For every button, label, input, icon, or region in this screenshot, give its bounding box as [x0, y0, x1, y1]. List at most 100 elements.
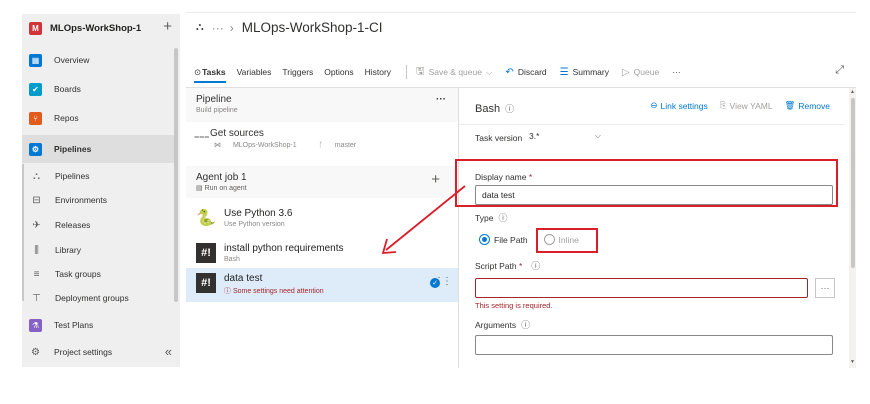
nav-project-settings[interactable]: ⚙ Project settings [22, 338, 174, 366]
link-settings-button[interactable]: ⊖ Link settings [650, 100, 707, 111]
new-project-plus-icon[interactable]: + [163, 19, 172, 34]
nav-test-plans[interactable]: ⚗ Test Plans [22, 311, 174, 339]
task-details-pane: Bash ⓘ ⊖ Link settings ⎘ View YAML 🗑 Remove … [459, 88, 856, 368]
breadcrumb-more-icon[interactable]: ··· [212, 21, 224, 35]
discard-label: Discard [517, 67, 547, 77]
browse-button[interactable]: ··· [815, 278, 835, 298]
tab-history[interactable]: History [365, 67, 391, 77]
toolbar-separator [406, 65, 408, 79]
task-item-use-python[interactable]: 🐍 Use Python 3.6 Use Python version [186, 203, 458, 237]
collapse-sidebar-icon[interactable]: « [165, 344, 172, 359]
save-queue-button[interactable]: 🖫 Save & queue ⌵ [416, 64, 492, 81]
undo-icon: ↶ [505, 66, 514, 78]
task-item-install-requirements[interactable]: #! install python requirements Bash [186, 238, 458, 272]
remove-button[interactable]: 🗑 Remove [785, 100, 830, 111]
script-path-input[interactable] [475, 278, 808, 298]
repo-name: MLOps-WorkShop-1 [232, 142, 297, 149]
trash-icon: 🗑 [784, 100, 796, 110]
nav-label: Releases [55, 220, 91, 230]
nav-overview[interactable]: ▦ Overview [22, 46, 174, 74]
view-yaml-label: View YAML [729, 100, 773, 111]
library-icon: ⫼ [34, 244, 39, 256]
overview-icon: ▦ [29, 53, 42, 67]
repo-icon: ⋈ [214, 142, 223, 149]
editor-toolbar: ⊙Tasks Variables Triggers Options Histor… [194, 62, 854, 83]
sidebar: M MLOps-WorkShop-1 + ▦ Overview ✔ Boards… [22, 14, 180, 367]
boards-icon: ✔ [29, 82, 42, 96]
pipelines-icon: ⚙ [29, 142, 42, 156]
radio-file-path[interactable] [479, 234, 490, 245]
nav-label: Library [55, 245, 81, 255]
info-icon[interactable]: ⓘ [521, 320, 530, 330]
nav-boards[interactable]: ✔ Boards [22, 75, 174, 103]
info-icon[interactable]: ⓘ [498, 213, 507, 223]
nav-label: Repos [54, 113, 79, 123]
releases-icon: ✈ [32, 219, 41, 231]
subnav-deployment-groups[interactable]: ⊤ Deployment groups [22, 284, 174, 312]
task-warning-row: ⓘ Some settings need attention [224, 286, 324, 296]
queue-button[interactable]: ▷ Queue [622, 67, 659, 78]
scroll-up-icon[interactable]: ▲ [850, 89, 855, 95]
scroll-down-icon[interactable]: ▼ [850, 359, 855, 365]
drag-handle-icon[interactable]: ⋮⋮ [434, 276, 452, 287]
deployment-groups-icon: ⊤ [32, 292, 41, 304]
task-warning: Some settings need attention [232, 288, 324, 295]
task-item-data-test[interactable]: #! data test ⓘ Some settings need attent… [186, 268, 458, 302]
radio-file-path-label[interactable]: File Path [494, 235, 528, 245]
pipeline-more-icon[interactable]: ··· [436, 94, 446, 105]
details-actions: ⊖ Link settings ⎘ View YAML 🗑 Remove [638, 100, 830, 111]
subnav-releases[interactable]: ✈ Releases [22, 211, 174, 239]
repos-icon: ⑂ [29, 111, 42, 125]
nav-repos[interactable]: ⑂ Repos [22, 104, 174, 132]
summary-label: Summary [572, 67, 609, 77]
required-error: This setting is required. [475, 301, 553, 310]
queue-label: Queue [633, 67, 660, 77]
branch-name: master [334, 142, 357, 149]
nav-label: Pipelines [54, 144, 92, 154]
get-sources-title: Get sources [210, 128, 264, 139]
bash-icon: #! [196, 273, 216, 293]
arguments-input[interactable] [475, 335, 833, 355]
type-label: Type ⓘ [475, 211, 507, 224]
agent-job-subtitle-row: ▤ Run on agent [196, 184, 448, 192]
get-sources-item[interactable]: ⩶ Get sources ⋈ MLOps-WorkShop-1 ᚴ maste… [186, 124, 458, 160]
details-divider [459, 124, 845, 125]
arguments-label-text: Arguments [475, 320, 517, 330]
agent-job-item[interactable]: Agent job 1 ▤ Run on agent + [186, 166, 458, 198]
sidebar-scrollbar[interactable] [174, 48, 178, 302]
details-scroll-thumb[interactable] [851, 98, 855, 268]
task-version-select[interactable]: 3.* ⌵ [527, 128, 605, 144]
task-name: data test [224, 273, 263, 284]
task-version-value: 3.* [529, 131, 540, 141]
nav-pipelines[interactable]: ⚙ Pipelines [22, 135, 174, 163]
environments-icon: ⊟ [32, 194, 41, 206]
view-yaml-button[interactable]: ⎘ View YAML [720, 100, 773, 111]
pipeline-title: Pipeline [196, 94, 232, 105]
tab-options[interactable]: Options [324, 67, 353, 77]
get-sources-meta: ⋈ MLOps-WorkShop-1 ᚴ master [214, 141, 448, 149]
summary-button[interactable]: ☰ Summary [560, 67, 609, 78]
more-actions-icon[interactable]: ··· [672, 67, 681, 77]
nav-label: Project settings [54, 347, 113, 357]
org-name: MLOps-WorkShop-1 [50, 22, 142, 34]
add-task-plus-icon[interactable]: + [431, 172, 440, 187]
breadcrumb: ⛬ ··· › MLOps-WorkShop-1-CI [196, 20, 383, 35]
annotation-box-inline [536, 228, 598, 253]
info-icon[interactable]: ⓘ [505, 104, 514, 114]
pipeline-section[interactable]: Pipeline Build pipeline ··· [186, 88, 458, 122]
pipeline-crumb-icon[interactable]: ⛬ [196, 21, 204, 34]
save-queue-label: Save & queue [428, 67, 482, 77]
radio-dot [482, 237, 487, 242]
tasks-tab-icon: ⊙ [194, 66, 202, 77]
discard-button[interactable]: ↶ Discard [505, 67, 546, 78]
subnav-environments[interactable]: ⊟ Environments [22, 186, 174, 214]
agent-icon: ▤ [196, 185, 205, 192]
tab-triggers[interactable]: Triggers [282, 67, 313, 77]
expand-icon[interactable]: ⤢ [835, 64, 844, 77]
pipeline-subtitle: Build pipeline [196, 107, 238, 114]
info-icon[interactable]: ⓘ [531, 261, 540, 271]
tab-variables[interactable]: Variables [237, 67, 272, 77]
task-name: Use Python 3.6 [224, 208, 293, 219]
tab-tasks[interactable]: ⊙Tasks [194, 67, 226, 83]
org-switcher[interactable]: M MLOps-WorkShop-1 + [22, 14, 180, 42]
